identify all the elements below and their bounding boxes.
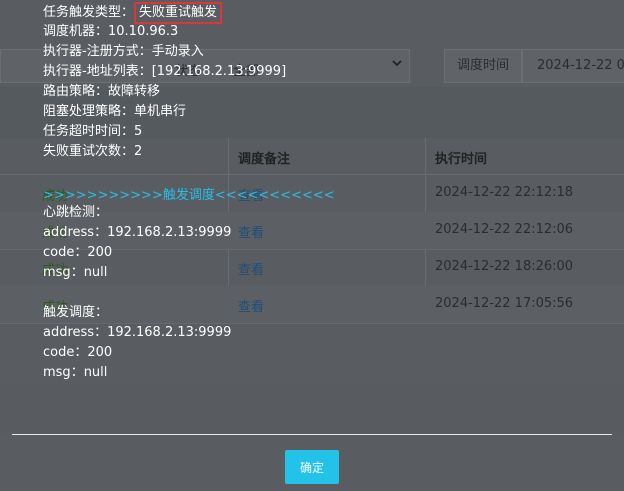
trigger-msg: msg：null [43,365,108,380]
trigger-block: 触发调度： address：192.168.2.13:9999 code：200… [43,303,231,383]
exec-time-cell: 2024-12-22 22:12:06 [435,222,574,237]
exec-time-cell: 2024-12-22 18:26:00 [435,259,574,274]
log-line: 任务超时时间：5 [43,124,143,139]
trigger-type-line: 任务触发类型： 失败重试触发 [43,2,423,24]
heartbeat-address: address：192.168.2.13:9999 [43,225,232,240]
view-link[interactable]: 查看 [238,222,264,241]
heartbeat-msg: msg：null [43,265,108,280]
heartbeat-block: 心跳检测： address：192.168.2.13:9999 code：200… [43,203,231,283]
log-line: 执行器-注册方式：手动录入 [43,44,204,59]
heartbeat-title: 心跳检测： [43,205,109,220]
log-line: 调度机器：10.10.96.3 [43,24,179,39]
log-line: 路由策略：故障转移 [43,84,161,99]
view-link[interactable]: 查看 [238,259,264,278]
view-link[interactable]: 查看 [238,296,264,315]
heartbeat-code: code：200 [43,245,113,260]
column-header-exec-time: 执行时间 [435,152,488,167]
trigger-type-value: 失败重试触发 [134,2,223,24]
trigger-address: address：192.168.2.13:9999 [43,325,232,340]
trigger-code: code：200 [43,345,113,360]
exec-time-cell: 2024-12-22 17:05:56 [435,296,574,311]
trigger-log: 任务触发类型： 失败重试触发 调度机器：10.10.96.3 执行器-注册方式：手… [43,2,423,162]
exec-time-cell: 2024-12-22 22:12:18 [435,185,574,200]
trigger-type-label: 任务触发类型： [43,5,135,20]
modal-divider [12,434,612,435]
log-line: 执行器-地址列表：[192.168.2.13:9999] [43,64,287,79]
log-line: 失败重试次数：2 [43,144,143,159]
schedule-time-label: 调度时间 [444,49,522,83]
log-line: 阻塞处理策略：单机串行 [43,104,187,119]
trigger-banner: >>>>>>>>>>>触发调度<<<<<<<<<<< [43,188,335,203]
table-footer-band [0,384,624,434]
trigger-title: 触发调度： [43,305,109,320]
schedule-time-input[interactable]: 2024-12-22 00:00:00 [522,49,624,83]
confirm-button[interactable]: 确定 [285,450,339,484]
